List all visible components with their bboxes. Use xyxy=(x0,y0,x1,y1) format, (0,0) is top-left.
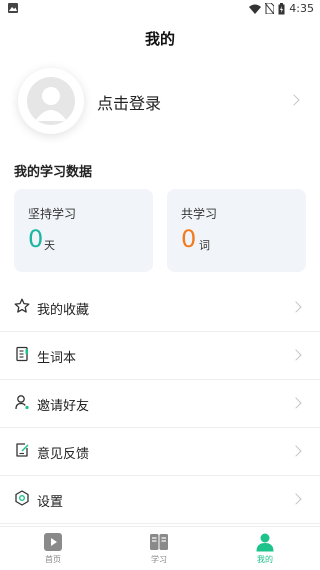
menu-item-invite[interactable]: 邀请好友 xyxy=(0,380,320,428)
stat-card-words: 共学习 0 词 xyxy=(167,189,306,272)
stat-unit: 天 xyxy=(44,239,55,252)
menu-item-label: 设置 xyxy=(37,495,64,510)
image-notification-icon xyxy=(8,3,18,13)
tab-label: 学习 xyxy=(151,555,167,564)
chevron-right-icon xyxy=(290,397,302,409)
stat-value: 0 xyxy=(28,225,44,253)
settings-icon xyxy=(15,490,29,506)
status-bar: 4:35 xyxy=(0,0,320,18)
feedback-icon xyxy=(16,443,29,457)
login-label[interactable]: 点击登录 xyxy=(97,90,161,114)
notebook-icon xyxy=(16,346,28,362)
book-icon xyxy=(150,534,168,550)
menu-item-feedback[interactable]: 意见反馈 xyxy=(0,428,320,476)
default-avatar-icon xyxy=(27,77,75,125)
menu-item-vocabulary[interactable]: 生词本 xyxy=(0,332,320,380)
menu-item-favorites[interactable]: 我的收藏 xyxy=(0,284,320,332)
stat-value: 0 xyxy=(181,225,197,253)
avatar[interactable] xyxy=(18,68,84,134)
stat-card-days: 坚持学习 0 天 xyxy=(14,189,153,272)
chevron-right-icon xyxy=(290,493,302,505)
menu-list: 我的收藏 生词本 邀请好友 意见反馈 设置 xyxy=(0,284,320,524)
battery-icon xyxy=(278,2,285,14)
tab-label: 首页 xyxy=(45,555,61,564)
play-icon xyxy=(44,533,62,551)
chevron-right-icon xyxy=(290,301,302,313)
chevron-right-icon xyxy=(288,94,300,106)
wifi-icon xyxy=(249,4,262,14)
chevron-right-icon xyxy=(290,349,302,361)
page-title: 我的 xyxy=(144,30,175,48)
tab-label: 我的 xyxy=(257,555,273,564)
bottom-tab-bar: 首页 学习 我的 xyxy=(0,526,320,570)
stats-section-title: 我的学习数据 xyxy=(14,165,93,180)
menu-item-label: 意见反馈 xyxy=(37,447,90,462)
profile-login-row[interactable]: 点击登录 xyxy=(0,62,320,138)
tab-home[interactable]: 首页 xyxy=(0,527,106,570)
menu-item-label: 我的收藏 xyxy=(37,303,90,318)
no-sim-icon xyxy=(265,3,275,14)
status-time: 4:35 xyxy=(289,2,314,15)
star-icon xyxy=(14,298,30,313)
stat-label: 共学习 xyxy=(181,207,218,221)
tab-study[interactable]: 学习 xyxy=(106,527,212,570)
menu-item-settings[interactable]: 设置 xyxy=(0,476,320,524)
person-icon xyxy=(256,533,274,552)
stat-unit: 词 xyxy=(199,239,210,252)
chevron-right-icon xyxy=(290,445,302,457)
menu-item-label: 生词本 xyxy=(37,351,77,366)
tab-mine[interactable]: 我的 xyxy=(212,527,318,570)
user-add-icon xyxy=(15,395,29,410)
stat-label: 坚持学习 xyxy=(28,207,77,221)
menu-item-label: 邀请好友 xyxy=(37,399,90,414)
